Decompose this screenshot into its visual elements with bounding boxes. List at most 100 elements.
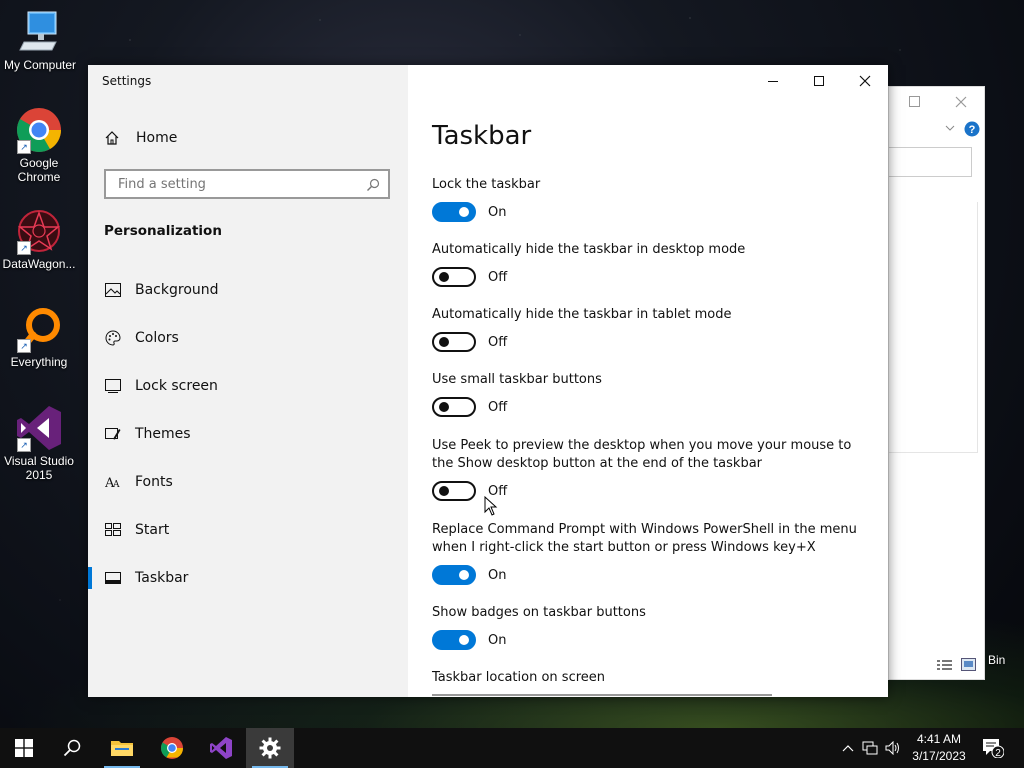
close-icon <box>859 75 871 87</box>
shortcut-arrow-icon: ↗ <box>17 241 31 255</box>
option-label: Replace Command Prompt with Windows Powe… <box>432 522 857 555</box>
desktop-icon-my-computer[interactable]: My Computer <box>0 8 80 72</box>
lock-taskbar-toggle[interactable] <box>432 202 476 222</box>
volume-button[interactable] <box>882 741 904 755</box>
option-autohide-tablet: Automatically hide the taskbar in tablet… <box>432 306 872 352</box>
maximize-button[interactable] <box>796 65 842 97</box>
help-icon[interactable]: ? <box>964 121 980 137</box>
chevron-down-icon[interactable] <box>945 125 955 133</box>
small-buttons-toggle[interactable] <box>432 397 476 417</box>
option-label: Taskbar location on screen <box>432 670 606 685</box>
notification-icon: 2 <box>983 739 1004 758</box>
powershell-toggle[interactable] <box>432 565 476 585</box>
desktop-icon-label: My Computer <box>3 58 77 72</box>
autohide-tablet-toggle[interactable] <box>432 332 476 352</box>
search-button[interactable] <box>48 728 96 768</box>
desktop-icon-everything[interactable]: ↗ Everything <box>0 305 79 369</box>
window-title: Settings <box>102 74 152 88</box>
fonts-icon: AA <box>104 473 122 491</box>
desktop-icon-visual-studio[interactable]: ↗ Visual Studio 2015 <box>0 404 79 482</box>
nav-item-themes[interactable]: Themes <box>88 410 408 458</box>
badges-toggle[interactable] <box>432 630 476 650</box>
nav-item-lock-screen[interactable]: Lock screen <box>88 362 408 410</box>
window-caption-buttons <box>750 65 888 97</box>
chevron-up-icon <box>842 745 854 752</box>
personalization-nav: Background Colors Lock screen Themes A A… <box>88 266 408 602</box>
datawagon-icon: ↗ <box>15 207 63 255</box>
option-label: Show badges on taskbar buttons <box>432 605 646 620</box>
network-button[interactable] <box>858 741 882 755</box>
option-lock-taskbar: Lock the taskbar On <box>432 176 872 222</box>
nav-item-label: Background <box>135 282 219 298</box>
nav-item-taskbar[interactable]: Taskbar <box>88 554 408 602</box>
page-title: Taskbar <box>432 121 532 151</box>
desktop-icon-datawagon[interactable]: ↗ DataWagon... <box>0 207 79 271</box>
taskbar-chrome[interactable] <box>148 728 196 768</box>
desktop-icon-label: Google Chrome <box>17 156 61 184</box>
home-link[interactable]: Home <box>104 127 177 149</box>
taskbar-file-explorer[interactable] <box>98 728 146 768</box>
toggle-state: On <box>488 632 507 648</box>
search-icon[interactable] <box>366 177 380 196</box>
palette-icon <box>104 329 122 347</box>
toggle-state: On <box>488 567 507 583</box>
desktop-icon-label: Everything <box>10 355 68 369</box>
system-tray <box>838 728 904 768</box>
show-hidden-icons-button[interactable] <box>838 744 858 752</box>
svg-text:A: A <box>112 480 120 489</box>
desktop-icon-chrome[interactable]: ↗ Google Chrome <box>0 106 79 184</box>
minimize-button[interactable] <box>750 65 796 97</box>
chrome-icon: ↗ <box>15 106 63 154</box>
search-icon <box>63 739 81 757</box>
background-window-panel <box>889 202 978 453</box>
taskbar-location-dropdown[interactable] <box>432 694 772 697</box>
background-window-titlebar <box>889 87 984 119</box>
action-center-button[interactable]: 2 <box>970 728 1016 768</box>
themes-icon <box>104 425 122 443</box>
taskbar-clock[interactable]: 4:41 AM 3/17/2023 <box>905 731 973 765</box>
find-setting-search[interactable] <box>104 169 390 199</box>
background-window-search-box[interactable] <box>889 147 972 177</box>
autohide-desktop-toggle[interactable] <box>432 267 476 287</box>
nav-item-fonts[interactable]: AA Fonts <box>88 458 408 506</box>
background-window[interactable]: ? <box>888 86 985 680</box>
clock-date: 3/17/2023 <box>912 749 966 763</box>
option-powershell: Replace Command Prompt with Windows Powe… <box>432 521 862 585</box>
visual-studio-icon <box>210 737 232 759</box>
nav-item-start[interactable]: Start <box>88 506 408 554</box>
details-view-icon[interactable] <box>937 659 953 671</box>
shortcut-arrow-icon: ↗ <box>17 438 31 452</box>
mouse-cursor-icon <box>484 496 498 516</box>
toggle-state: Off <box>488 334 508 350</box>
taskbar-visual-studio[interactable] <box>197 728 245 768</box>
nav-item-colors[interactable]: Colors <box>88 314 408 362</box>
option-small-buttons: Use small taskbar buttons Off <box>432 371 872 417</box>
chrome-icon <box>161 737 183 759</box>
toggle-state: On <box>488 204 507 220</box>
windows-logo-icon <box>15 739 33 757</box>
close-button[interactable] <box>842 65 888 97</box>
maximize-icon[interactable] <box>909 96 920 107</box>
everything-icon: ↗ <box>15 305 63 353</box>
taskbar-settings[interactable] <box>246 728 294 768</box>
settings-content: Taskbar Lock the taskbar On Automaticall… <box>408 65 888 697</box>
option-peek: Use Peek to preview the desktop when you… <box>432 437 862 501</box>
settings-sidebar: Settings Home Personalization Background <box>88 65 408 697</box>
find-setting-input[interactable] <box>116 175 360 193</box>
lock-screen-icon <box>104 377 122 395</box>
toggle-state: Off <box>488 269 508 285</box>
option-badges: Show badges on taskbar buttons On <box>432 604 872 650</box>
nav-item-background[interactable]: Background <box>88 266 408 314</box>
notification-count-badge: 2 <box>995 748 1001 758</box>
desktop-icon-label: DataWagon... <box>2 257 76 271</box>
nav-item-label: Taskbar <box>135 570 189 586</box>
option-label: Lock the taskbar <box>432 177 541 192</box>
network-icon <box>862 741 878 755</box>
close-icon[interactable] <box>955 96 967 108</box>
taskbar: 4:41 AM 3/17/2023 2 <box>0 728 1024 768</box>
computer-icon <box>16 8 64 56</box>
large-icons-view-icon[interactable] <box>961 658 976 671</box>
peek-toggle[interactable] <box>432 481 476 501</box>
nav-item-label: Start <box>135 522 170 538</box>
start-button[interactable] <box>0 728 48 768</box>
